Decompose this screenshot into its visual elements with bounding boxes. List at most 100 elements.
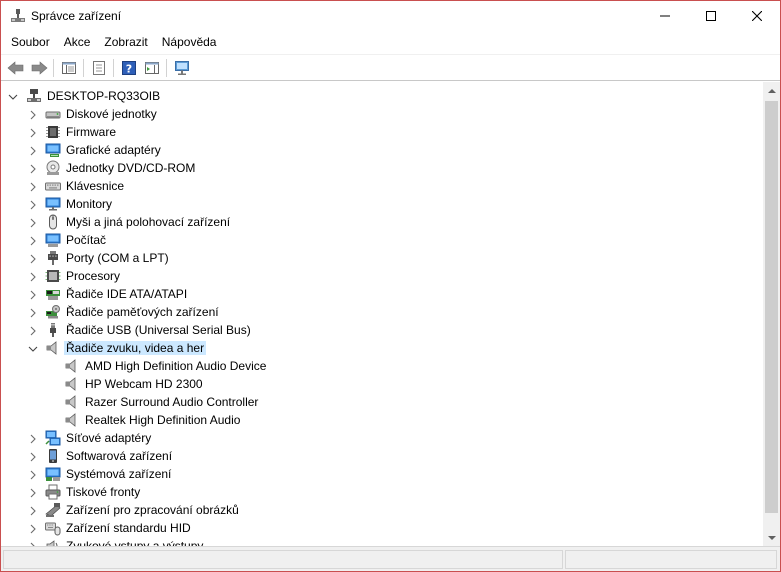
tree-category[interactable]: Klávesnice: [1, 177, 761, 195]
scan-hardware-button[interactable]: [170, 57, 193, 79]
tree-item-label[interactable]: Tiskové fronty: [64, 485, 142, 499]
chevron-right-icon[interactable]: [28, 127, 38, 138]
tree-device[interactable]: Realtek High Definition Audio: [1, 411, 761, 429]
tree-item-label[interactable]: Řadiče paměťových zařízení: [64, 305, 221, 319]
tree-item-label[interactable]: Řadiče zvuku, videa a her: [64, 341, 207, 355]
tree-category[interactable]: Procesory: [1, 267, 761, 285]
tree-category[interactable]: Zařízení pro zpracování obrázků: [1, 501, 761, 519]
tree-category[interactable]: Grafické adaptéry: [1, 141, 761, 159]
audio-io-icon: [45, 538, 61, 546]
title-bar[interactable]: Správce zařízení: [1, 1, 780, 32]
maximize-icon: [706, 11, 716, 21]
tree-category[interactable]: Myši a jiná polohovací zařízení: [1, 213, 761, 231]
minimize-button[interactable]: [642, 1, 688, 31]
tree-category[interactable]: Firmware: [1, 123, 761, 141]
tree-item-label[interactable]: Porty (COM a LPT): [64, 251, 171, 265]
tree-category[interactable]: Zařízení standardu HID: [1, 519, 761, 537]
tree-category[interactable]: Síťové adaptéry: [1, 429, 761, 447]
tree-item-label[interactable]: Monitory: [64, 197, 114, 211]
tree-device[interactable]: HP Webcam HD 2300: [1, 375, 761, 393]
tree-category[interactable]: Zvukové vstupy a výstupy: [1, 537, 761, 546]
tree-item-label[interactable]: Řadiče IDE ATA/ATAPI: [64, 287, 189, 301]
tree-item-label[interactable]: Razer Surround Audio Controller: [83, 395, 260, 409]
tree-category[interactable]: Tiskové fronty: [1, 483, 761, 501]
chevron-down-icon[interactable]: [28, 343, 38, 353]
chevron-right-icon[interactable]: [28, 487, 38, 498]
scrollbar-thumb[interactable]: [765, 101, 778, 513]
chevron-right-icon[interactable]: [28, 289, 38, 300]
tree-item-label[interactable]: Zařízení pro zpracování obrázků: [64, 503, 241, 517]
forward-button[interactable]: [27, 57, 50, 79]
tree-device[interactable]: AMD High Definition Audio Device: [1, 357, 761, 375]
tree-item-label[interactable]: Realtek High Definition Audio: [83, 413, 242, 427]
device-tree[interactable]: DESKTOP-RQ33OIB Diskové jednotky Firmware G…: [1, 82, 763, 546]
chevron-right-icon[interactable]: [28, 109, 38, 120]
tree-category[interactable]: Monitory: [1, 195, 761, 213]
maximize-button[interactable]: [688, 1, 734, 31]
tree-item-label[interactable]: Klávesnice: [64, 179, 126, 193]
menu-help[interactable]: Nápověda: [155, 32, 224, 54]
tree-item-label[interactable]: Počítač: [64, 233, 108, 247]
properties-button[interactable]: [87, 57, 110, 79]
menu-view[interactable]: Zobrazit: [97, 32, 154, 54]
tree-item-label[interactable]: Síťové adaptéry: [64, 431, 153, 445]
chevron-right-icon[interactable]: [28, 235, 38, 246]
console-tree-button[interactable]: [57, 57, 80, 79]
tree-category[interactable]: Počítač: [1, 231, 761, 249]
ide-controller-icon: [45, 286, 61, 302]
tree-item-label[interactable]: Systémová zařízení: [64, 467, 173, 481]
tree-item-label[interactable]: Řadiče USB (Universal Serial Bus): [64, 323, 253, 337]
tree-category[interactable]: Systémová zařízení: [1, 465, 761, 483]
tree-category[interactable]: Řadiče paměťových zařízení: [1, 303, 761, 321]
tree-item-label[interactable]: Firmware: [64, 125, 118, 139]
scroll-up-button[interactable]: [763, 82, 780, 99]
chevron-right-icon[interactable]: [28, 325, 38, 336]
close-button[interactable]: [734, 1, 780, 31]
tree-item-label[interactable]: DESKTOP-RQ33OIB: [45, 89, 162, 103]
chevron-right-icon[interactable]: [28, 181, 38, 192]
tree-item-label[interactable]: Grafické adaptéry: [64, 143, 163, 157]
chevron-right-icon[interactable]: [28, 271, 38, 282]
tree-item-label[interactable]: AMD High Definition Audio Device: [83, 359, 268, 373]
chevron-down-icon[interactable]: [8, 91, 18, 101]
tree-item-label[interactable]: Jednotky DVD/CD-ROM: [64, 161, 197, 175]
chevron-right-icon[interactable]: [28, 217, 38, 228]
chevron-right-icon[interactable]: [28, 199, 38, 210]
tree-category[interactable]: Jednotky DVD/CD-ROM: [1, 159, 761, 177]
tree-item-label[interactable]: Zvukové vstupy a výstupy: [64, 539, 205, 546]
scroll-down-button[interactable]: [763, 529, 780, 546]
chevron-right-icon[interactable]: [28, 307, 38, 318]
tree-item-label[interactable]: Softwarová zařízení: [64, 449, 174, 463]
chevron-right-icon[interactable]: [28, 433, 38, 444]
show-hide-console-tree-icon: [61, 61, 76, 74]
tree-category[interactable]: Řadiče IDE ATA/ATAPI: [1, 285, 761, 303]
action-pane-button[interactable]: [140, 57, 163, 79]
tree-category[interactable]: Diskové jednotky: [1, 105, 761, 123]
scan-hardware-icon: [174, 60, 189, 75]
chevron-right-icon[interactable]: [28, 253, 38, 264]
chevron-right-icon[interactable]: [28, 145, 38, 156]
tree-category[interactable]: Porty (COM a LPT): [1, 249, 761, 267]
vertical-scrollbar[interactable]: [763, 82, 780, 546]
tree-item-label[interactable]: Diskové jednotky: [64, 107, 159, 121]
computer-root-icon: [26, 88, 42, 104]
chevron-right-icon[interactable]: [28, 505, 38, 516]
chevron-right-icon[interactable]: [28, 523, 38, 534]
tree-category[interactable]: Řadiče USB (Universal Serial Bus): [1, 321, 761, 339]
chevron-right-icon[interactable]: [28, 451, 38, 462]
tree-item-label[interactable]: HP Webcam HD 2300: [83, 377, 205, 391]
tree-item-label[interactable]: Myši a jiná polohovací zařízení: [64, 215, 232, 229]
help-button[interactable]: ?: [117, 57, 140, 79]
chevron-right-icon[interactable]: [28, 163, 38, 174]
tree-item-label[interactable]: Zařízení standardu HID: [64, 521, 193, 535]
tree-device[interactable]: Razer Surround Audio Controller: [1, 393, 761, 411]
firmware-icon: [45, 124, 61, 140]
tree-root[interactable]: DESKTOP-RQ33OIB: [1, 87, 761, 105]
tree-item-label[interactable]: Procesory: [64, 269, 122, 283]
tree-category[interactable]: Softwarová zařízení: [1, 447, 761, 465]
chevron-right-icon[interactable]: [28, 469, 38, 480]
menu-file[interactable]: Soubor: [4, 32, 57, 54]
tree-category[interactable]: Řadiče zvuku, videa a her: [1, 339, 761, 357]
back-button[interactable]: [4, 57, 27, 79]
menu-action[interactable]: Akce: [57, 32, 98, 54]
